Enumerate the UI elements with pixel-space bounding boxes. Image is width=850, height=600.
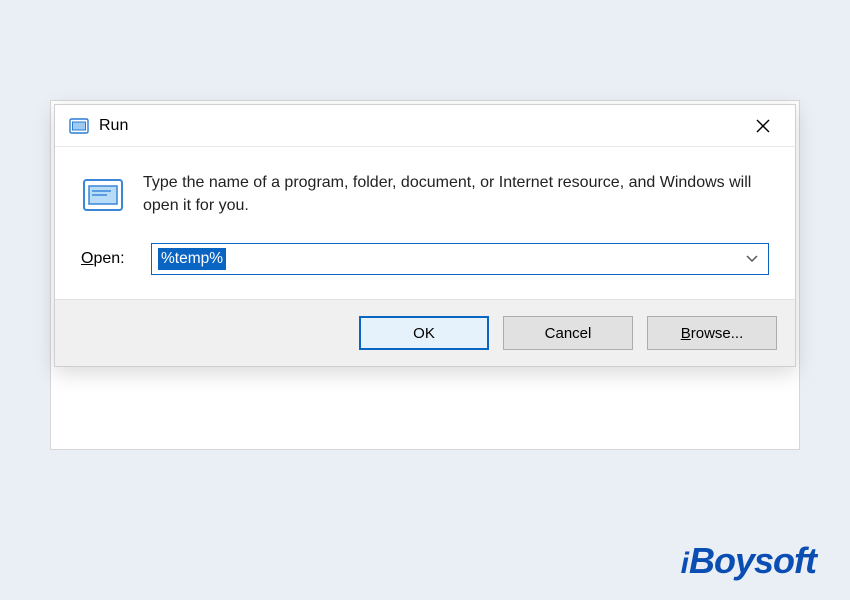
description-row: Type the name of a program, folder, docu…: [81, 171, 769, 221]
open-input-value: %temp%: [158, 248, 226, 270]
dialog-body: Type the name of a program, folder, docu…: [55, 147, 795, 299]
close-icon: [756, 119, 770, 133]
screenshot-stage: Run Type the name of: [50, 100, 800, 450]
ok-button[interactable]: OK: [359, 316, 489, 350]
cancel-button[interactable]: Cancel: [503, 316, 633, 350]
dialog-title: Run: [99, 117, 128, 135]
close-button[interactable]: [741, 106, 785, 146]
watermark-logo: iBoysoft: [681, 540, 816, 582]
open-label: Open:: [81, 250, 135, 268]
dialog-footer: OK Cancel Browse...: [55, 299, 795, 366]
chevron-down-icon: [746, 252, 758, 266]
run-icon: [69, 116, 89, 136]
open-row: Open: %temp%: [81, 243, 769, 275]
open-combobox[interactable]: %temp%: [151, 243, 769, 275]
run-dialog: Run Type the name of: [54, 104, 796, 367]
run-icon-large: [81, 173, 125, 221]
browse-button[interactable]: Browse...: [647, 316, 777, 350]
titlebar: Run: [55, 105, 795, 147]
dialog-description: Type the name of a program, folder, docu…: [143, 171, 769, 217]
